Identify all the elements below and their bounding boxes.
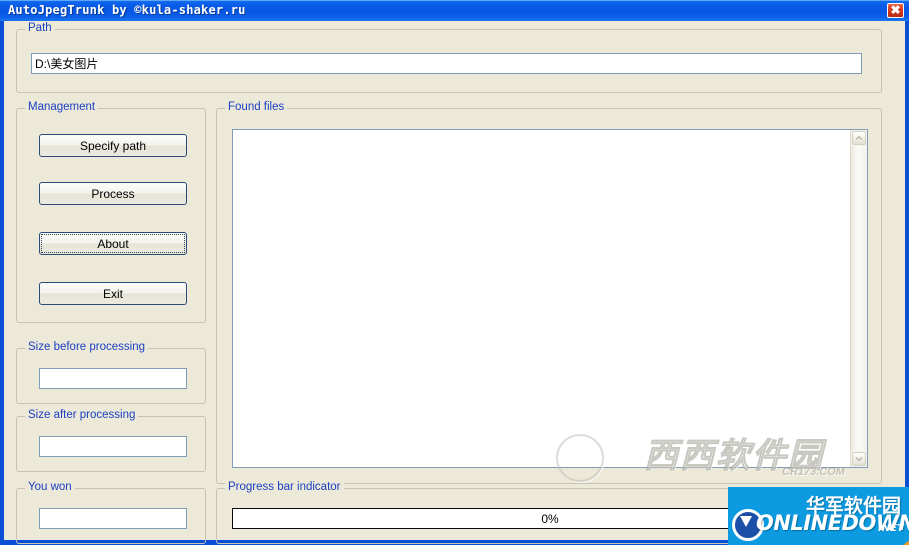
chevron-up-icon: [855, 136, 863, 140]
specify-path-button[interactable]: Specify path: [39, 134, 187, 157]
window-title: AutoJpegTrunk by ©kula-shaker.ru: [8, 3, 246, 17]
path-input[interactable]: [31, 53, 862, 74]
found-files-group: Found files: [216, 101, 882, 484]
close-button[interactable]: ✖: [887, 3, 904, 18]
exit-button[interactable]: Exit: [39, 282, 187, 305]
you-won-group-label: You won: [25, 481, 75, 493]
banner-tld-text: .NET: [878, 523, 904, 534]
scroll-down-button[interactable]: [852, 452, 866, 466]
exit-button-label: Exit: [102, 286, 123, 301]
found-files-scrollbar[interactable]: [850, 130, 867, 467]
size-before-group-label: Size before processing: [25, 341, 148, 353]
about-button[interactable]: About: [39, 232, 187, 255]
management-group-label: Management: [25, 101, 99, 113]
management-group: Management Specify path Process About Ex…: [16, 101, 206, 323]
onlinedown-banner: 华军软件园 ONLINEDOWN .NET: [728, 487, 909, 545]
client-area: Path Management Specify path Process Abo…: [4, 21, 905, 544]
found-files-group-label: Found files: [225, 101, 288, 113]
application-window: AutoJpegTrunk by ©kula-shaker.ru ✖ Path …: [0, 0, 909, 545]
path-group-label: Path: [25, 22, 55, 34]
about-button-label: About: [40, 233, 186, 254]
close-icon: ✖: [890, 3, 901, 17]
path-group: Path: [16, 22, 882, 93]
title-bar[interactable]: AutoJpegTrunk by ©kula-shaker.ru ✖: [0, 0, 909, 21]
size-after-group-label: Size after processing: [25, 409, 139, 421]
size-after-group: Size after processing: [16, 409, 206, 472]
progress-group-label: Progress bar indicator: [225, 481, 344, 493]
size-after-input[interactable]: [39, 436, 187, 457]
chevron-down-icon: [855, 457, 863, 461]
specify-path-button-label: Specify path: [79, 138, 147, 153]
you-won-group: You won: [16, 481, 206, 544]
found-files-list-content: [233, 130, 851, 467]
scrollbar-track[interactable]: [851, 146, 867, 451]
process-button[interactable]: Process: [39, 182, 187, 205]
size-before-input[interactable]: [39, 368, 187, 389]
scroll-up-button[interactable]: [852, 131, 866, 145]
process-button-label: Process: [91, 186, 135, 201]
progress-bar-value: 0%: [541, 511, 559, 526]
you-won-input[interactable]: [39, 508, 187, 529]
found-files-listbox[interactable]: [232, 129, 868, 468]
size-before-group: Size before processing: [16, 341, 206, 404]
